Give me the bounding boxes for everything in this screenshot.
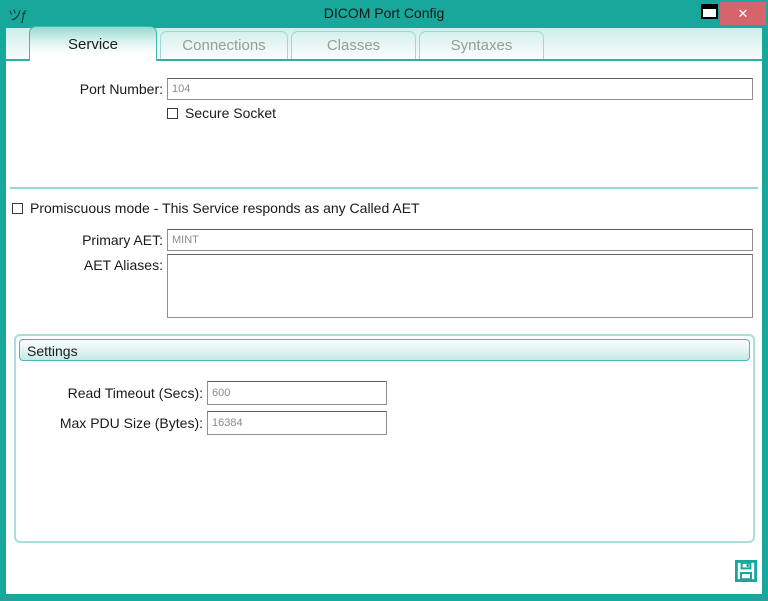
title-bar: ツƒ DICOM Port Config ✕	[0, 0, 768, 28]
window-title: DICOM Port Config	[323, 5, 445, 21]
close-button[interactable]: ✕	[720, 2, 766, 25]
max-pdu-size-label: Max PDU Size (Bytes):	[59, 415, 203, 431]
port-number-label: Port Number:	[79, 81, 163, 97]
max-pdu-size-input[interactable]	[207, 411, 387, 435]
promiscuous-mode-checkbox[interactable]	[12, 202, 23, 214]
save-button[interactable]	[734, 559, 758, 583]
tab-service[interactable]: Service	[29, 26, 157, 61]
secure-socket-label: Secure Socket	[185, 105, 277, 121]
settings-groupbox: Settings	[14, 334, 755, 543]
section-divider	[10, 187, 758, 189]
tab-label: Connections	[182, 37, 266, 54]
tab-classes[interactable]: Classes	[291, 31, 416, 59]
maximize-button[interactable]	[701, 4, 718, 19]
tab-label: Syntaxes	[450, 37, 513, 54]
read-timeout-input[interactable]	[207, 381, 387, 405]
promiscuous-mode-label: Promiscuous mode - This Service responds…	[30, 200, 420, 216]
secure-socket-checkbox[interactable]	[167, 107, 178, 119]
port-number-input[interactable]	[167, 78, 753, 100]
tab-connections[interactable]: Connections	[160, 31, 288, 59]
tab-label: Classes	[326, 37, 381, 54]
primary-aet-input[interactable]	[167, 229, 753, 251]
settings-header: Settings	[19, 339, 750, 361]
tab-strip: Service Connections Classes Syntaxes	[6, 26, 762, 61]
secure-socket-row: Secure Socket	[167, 105, 276, 121]
aet-aliases-label: AET Aliases:	[83, 257, 163, 273]
dicom-port-config-window: ツƒ DICOM Port Config ✕ Service Connectio…	[0, 0, 768, 601]
tab-label: Service	[67, 35, 119, 53]
read-timeout-label: Read Timeout (Secs):	[67, 385, 203, 401]
save-icon	[734, 559, 758, 583]
tab-syntaxes[interactable]: Syntaxes	[419, 31, 544, 59]
close-icon: ✕	[737, 5, 749, 21]
client-area: Service Connections Classes Syntaxes Por…	[6, 26, 762, 594]
promiscuous-mode-row: Promiscuous mode - This Service responds…	[12, 200, 420, 216]
aet-aliases-input[interactable]	[167, 254, 753, 318]
primary-aet-label: Primary AET:	[82, 232, 163, 248]
